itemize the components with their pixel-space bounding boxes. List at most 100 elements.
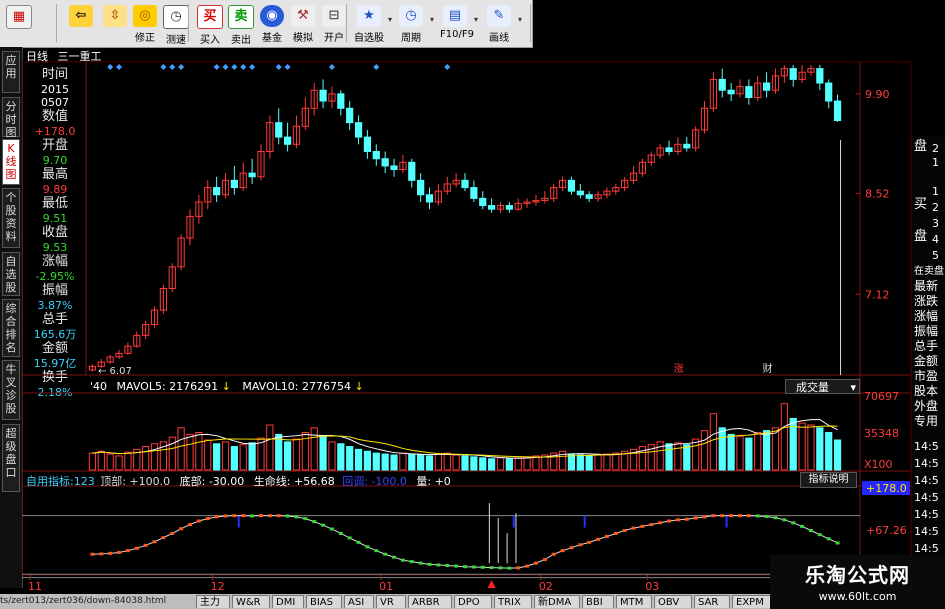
indicator-axis-label: +178.0 [866,482,907,495]
volume-bar [727,433,735,471]
indicator-tab-12[interactable]: MTM [616,595,652,608]
indicator-dot [356,540,361,544]
indicator-bottom: 底部: -30.00 [179,475,245,488]
indicator-tab-5[interactable]: ASI [344,595,374,608]
indicator-dot [161,536,166,540]
volume-bar [665,443,673,471]
indicator-dot [596,537,601,541]
volume-bar [425,455,434,471]
volume-bar [328,441,336,471]
indicator-explain-button[interactable]: 指标说明 [800,472,857,488]
indicator-dot [267,514,272,518]
volume-bar [585,455,593,471]
right-panel-text: 2 [932,142,939,155]
finance-marker: 财 [763,362,773,375]
indicator-dot [533,561,538,565]
indicator-tab-6[interactable]: VR [376,595,406,608]
volume-bar [346,446,354,471]
indicator-dot [294,515,299,519]
indicator-cyan-part: 回调: -100.0 [342,475,407,488]
right-panel-text: 1 [932,185,939,198]
candle-body [470,187,478,199]
signal-diamond-icon [160,64,167,70]
signal-diamond-icon [373,64,380,70]
volume-bar [771,427,780,471]
date-axis-label: 12 [211,580,225,593]
volume-bar [594,454,602,471]
candle-body [346,107,354,124]
indicator-explain-label: 指标说明 [808,474,849,485]
indicator-dot [764,515,769,519]
indicator-dot [658,521,663,525]
volume-bar [736,435,744,471]
volume-bar [275,433,283,471]
indicator-dot [631,526,636,530]
indicator-tab-15[interactable]: EXPM [732,595,774,608]
volume-bar [124,451,132,471]
indicator-qty: 量: +0 [416,475,451,488]
volume-bar [718,427,726,471]
right-panel-text: 盘 [914,139,928,154]
indicator-tab-1[interactable]: 主力 [196,595,230,608]
indicator-name[interactable]: 自用指标:123 [26,475,95,488]
volume-bar [106,453,114,471]
indicator-dot [454,564,459,568]
right-panel-text: 买 [914,197,928,212]
volume-bar [204,439,212,471]
candle-body [789,68,797,80]
candle-body [319,89,327,102]
signal-diamond-icon [328,64,335,70]
candle-body [461,179,469,189]
volume-type-dropdown[interactable]: 成交量 ▾ [785,379,860,394]
candle-body [417,179,425,196]
indicator-tab-13[interactable]: OBV [654,595,692,608]
indicator-tab-8[interactable]: DPO [454,595,492,608]
indicator-dot [196,519,201,523]
indicator-dot [729,514,734,518]
indicator-tab-4[interactable]: BIAS [306,595,342,608]
indicator-tab-9[interactable]: TRIX [494,595,532,608]
right-panel-text: 4 [932,233,939,246]
volume-axis-label: 35348 [864,427,899,440]
date-axis-label: 03 [645,580,659,593]
right-panel-text: 专用 [914,414,939,428]
indicator-dot [232,514,237,518]
volume-bar [825,432,833,471]
volume-dropdown-label: 成交量 [796,381,829,394]
volume-bar [496,457,505,471]
indicator-dot [791,521,796,525]
right-panel-text: 2 [932,201,939,214]
indicator-dot [498,566,503,570]
volume-bar [443,452,451,471]
indicator-tab-7[interactable]: ARBR [408,595,452,608]
volume-bar [399,452,407,471]
indicator-dot [667,519,672,523]
indicator-tab-3[interactable]: DMI [272,595,304,608]
indicator-dot [329,527,334,531]
indicator-dot [835,541,840,545]
signal-diamond-icon [222,64,229,70]
volume-bar [381,453,389,471]
indicator-tab-2[interactable]: W&R [232,595,270,608]
indicator-header: 自用指标:123 顶部: +100.0 底部: -30.00 生命线: +56.… [26,473,451,489]
right-panel-text: 盘 [914,229,928,244]
chart-canvas[interactable]: 9.90 8.52 7.12 ← 6.07 涨 财 70697 35348 X100 +178.0… [0,0,945,609]
volume-bar [283,441,292,471]
indicator-dot [826,537,831,541]
candle-body [354,122,363,138]
signal-diamond-icon [249,64,256,70]
volume-bar [674,442,682,471]
volume-bar [150,443,159,471]
volume-axis-label: 70697 [864,390,899,403]
indicator-tab-11[interactable]: BBI [582,595,614,608]
indicator-tab-14[interactable]: SAR [694,595,730,608]
indicator-dot [622,529,627,532]
indicator-tab-10[interactable]: 新DMA [534,595,580,608]
right-panel-text: 14:5 [914,542,939,555]
indicator-dot [134,546,139,550]
indicator-dot [241,514,246,518]
indicator-dot [684,517,689,521]
volume-bar [745,437,753,471]
candle-body [275,122,283,138]
indicator-dot [675,518,680,522]
